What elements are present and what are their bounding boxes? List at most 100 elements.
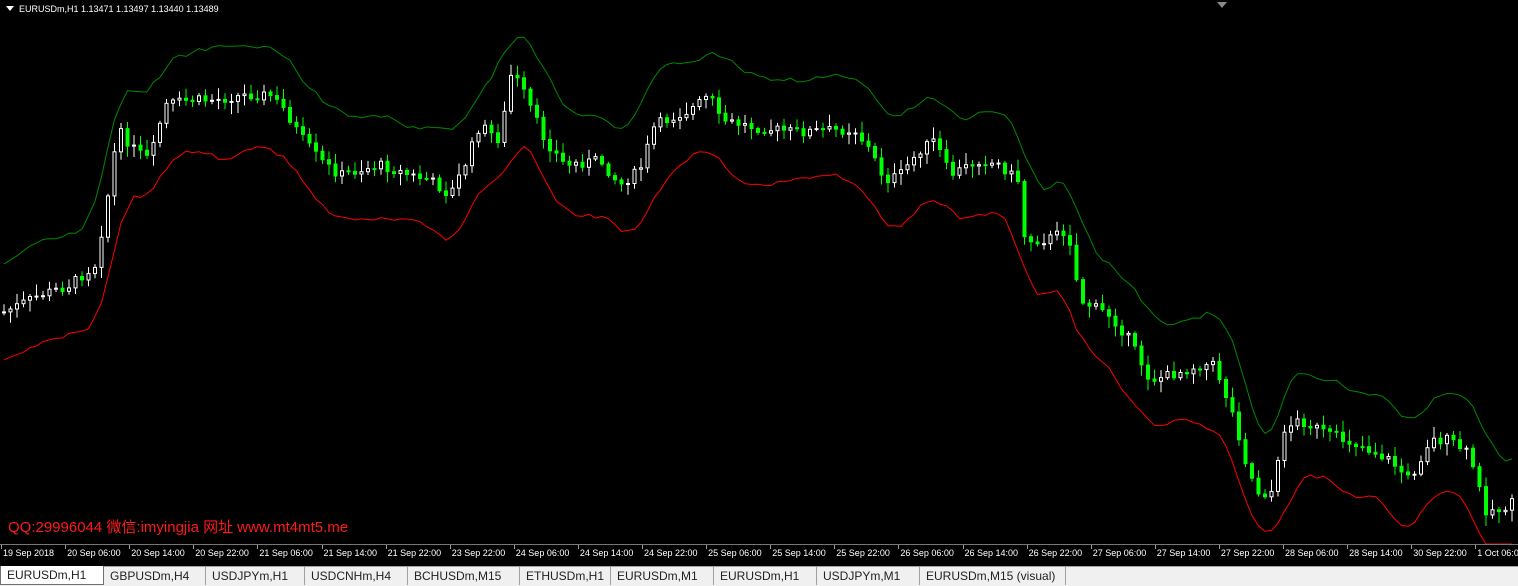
candle-body	[67, 287, 71, 292]
candle-body	[320, 150, 325, 161]
price-chart[interactable]	[0, 0, 1518, 544]
chart-tab[interactable]: USDJPYm,M1	[817, 567, 920, 585]
time-axis: 19 Sep 2018 20 Sep 06:00 20 Sep 14:00 20 Se…	[0, 544, 1518, 567]
candle-body	[301, 126, 305, 135]
candle-body	[632, 168, 637, 185]
candle-body	[398, 169, 403, 175]
candle-body	[1185, 372, 1189, 375]
time-axis-tick	[834, 545, 836, 549]
chart-tab[interactable]: GBPUSDm,H4	[104, 567, 206, 585]
candle-body	[1490, 509, 1495, 516]
candle-body	[990, 162, 994, 166]
candle-body	[1042, 243, 1046, 246]
candle-body	[801, 128, 806, 137]
candle-body	[574, 161, 578, 166]
candle-body	[21, 299, 26, 305]
candle-body	[2, 311, 6, 314]
candle-body	[691, 106, 695, 115]
candle-body	[795, 127, 799, 130]
time-axis-tick	[770, 545, 772, 549]
candle-body	[951, 161, 955, 176]
candle-body	[1146, 364, 1150, 380]
chart-area[interactable]: EURUSDm,H1 1.13471 1.13497 1.13440 1.134…	[0, 0, 1518, 544]
candle-body	[1341, 431, 1345, 442]
candle-body	[1204, 364, 1209, 371]
chart-tab[interactable]: ETHUSDm,H1	[520, 567, 611, 585]
candle-body	[704, 95, 708, 101]
chart-tab[interactable]: EURUSDm,H1	[714, 567, 817, 585]
candle-body	[1029, 236, 1033, 243]
candle-body	[496, 132, 500, 144]
candle-body	[392, 171, 396, 174]
chart-tab[interactable]: EURUSDm,H1	[0, 566, 104, 585]
candle-body	[788, 127, 793, 131]
chart-tab[interactable]: BCHUSDm,M15	[408, 567, 520, 585]
candle-body	[1425, 447, 1430, 463]
candle-body	[444, 190, 448, 196]
time-axis-tick	[321, 545, 323, 549]
candle-body	[86, 273, 91, 281]
candle-body	[957, 167, 962, 176]
candle-body	[1198, 368, 1202, 371]
candle-body	[1315, 424, 1319, 429]
candle-body	[353, 170, 357, 175]
candle-body	[749, 123, 754, 129]
candle-body	[970, 164, 975, 167]
candle-body	[1133, 332, 1137, 347]
candle-body	[866, 140, 871, 147]
candle-body	[28, 296, 32, 301]
time-axis-label: 25 Sep 06:00	[708, 548, 762, 558]
candle-body	[1081, 279, 1085, 304]
candle-body	[567, 160, 572, 166]
candle-body	[912, 156, 916, 166]
time-axis-tick	[1026, 545, 1028, 549]
candle-body	[177, 97, 182, 101]
chart-tab[interactable]: EURUSDm,M1	[611, 567, 714, 585]
candle-body	[1263, 493, 1267, 498]
chart-menu-triangle-icon[interactable]	[6, 6, 14, 11]
candle-body	[418, 173, 422, 179]
candle-body	[437, 177, 442, 192]
candle-body	[275, 95, 279, 100]
candle-body	[509, 74, 513, 112]
chart-tab[interactable]: EURUSDm,M15 (visual)	[920, 567, 1066, 585]
chart-tab[interactable]: USDJPYm,H1	[206, 567, 305, 585]
candle-body	[1438, 437, 1443, 445]
candle-body	[99, 236, 104, 268]
time-axis-label: 26 Sep 14:00	[964, 548, 1019, 558]
candle-body	[925, 141, 929, 155]
candle-body	[1393, 456, 1397, 467]
candle-body	[899, 169, 903, 175]
candle-body	[1250, 463, 1254, 479]
time-axis-label: 21 Sep 14:00	[323, 548, 378, 558]
candle-body	[1224, 379, 1228, 398]
candle-body	[307, 133, 312, 144]
chart-shift-marker-icon[interactable]	[1217, 2, 1227, 8]
time-axis-label: 26 Sep 22:00	[1028, 548, 1083, 558]
time-axis-label: 21 Sep 06:00	[259, 548, 313, 558]
candle-body	[1497, 509, 1501, 513]
candle-body	[528, 88, 533, 106]
candle-body	[1003, 162, 1007, 175]
candle-body	[944, 149, 949, 163]
candle-body	[853, 132, 858, 135]
candle-body	[1289, 425, 1293, 433]
candle-body	[1445, 434, 1449, 445]
candle-body	[1503, 509, 1508, 513]
candle-body	[847, 132, 851, 135]
candle-body	[1165, 371, 1170, 379]
candle-body	[372, 168, 377, 171]
time-axis-label: 26 Sep 06:00	[900, 548, 954, 558]
candle-body	[411, 173, 416, 176]
candle-body	[652, 126, 656, 145]
upper-envelope-line	[3, 36, 1513, 462]
candle-body	[346, 170, 351, 173]
candle-body	[996, 162, 1001, 165]
candle-body	[327, 159, 331, 165]
candle-body	[138, 144, 143, 151]
candle-body	[431, 177, 435, 180]
candle-body	[1308, 426, 1313, 429]
candle-body	[41, 295, 45, 298]
chart-tab[interactable]: USDCNHm,H4	[305, 567, 408, 585]
candle-body	[743, 123, 747, 126]
